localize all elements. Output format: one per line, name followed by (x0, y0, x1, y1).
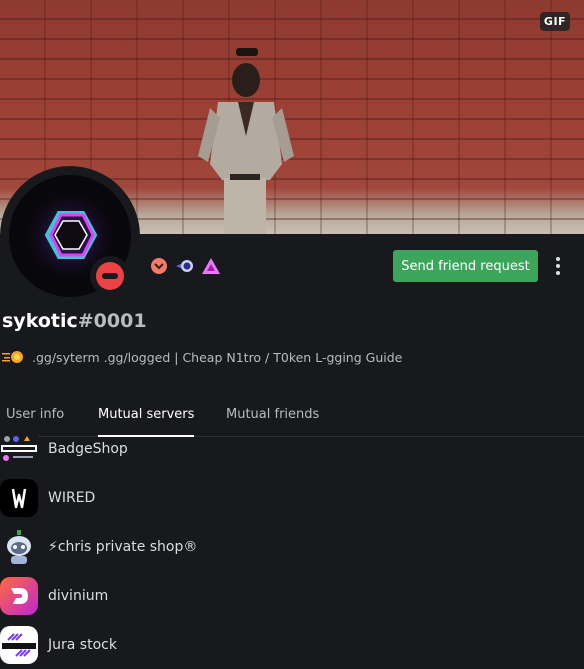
more-options-icon[interactable] (548, 252, 568, 280)
server-item-badgeshop[interactable]: BadgeShop (0, 424, 584, 473)
username-text: sykotic (2, 310, 78, 332)
chris-shop-icon (0, 528, 38, 566)
server-name: WIRED (48, 489, 96, 506)
custom-status-text: .gg/syterm .gg/logged | Cheap N1tro / T0… (32, 349, 403, 365)
hypesquad-badge-icon[interactable] (175, 256, 195, 276)
server-name: ⚡chris private shop® (48, 539, 197, 555)
custom-status: .gg/syterm .gg/logged | Cheap N1tro / T0… (2, 347, 402, 367)
banner-person-figure (198, 48, 294, 234)
lightning-icon: ⚡ (48, 538, 58, 555)
early-supporter-badge-icon[interactable] (201, 256, 221, 276)
server-name: divinium (48, 587, 109, 604)
wired-icon (0, 479, 38, 517)
divinium-icon (0, 577, 38, 615)
gif-badge: GIF (540, 12, 570, 31)
custom-status-emoji-icon (2, 351, 23, 363)
server-name: BadgeShop (48, 440, 128, 457)
server-item-chris-private-shop[interactable]: ⚡chris private shop® (0, 522, 584, 571)
server-item-divinium[interactable]: divinium (0, 571, 584, 620)
server-name: Jura stock (48, 636, 117, 653)
discriminator: #0001 (77, 310, 147, 332)
boost-badge-icon[interactable] (149, 256, 169, 276)
send-friend-request-button[interactable]: Send friend request (393, 250, 538, 282)
server-item-jura-stock[interactable]: Jura stock (0, 620, 584, 669)
profile-badges (149, 256, 221, 276)
status-indicator-dnd (90, 256, 130, 296)
username: sykotic#0001 (2, 310, 147, 332)
avatar[interactable] (0, 166, 140, 306)
server-item-wired[interactable]: WIRED (0, 473, 584, 522)
server-name-text: chris private shop® (57, 538, 198, 555)
badgeshop-icon (0, 430, 38, 468)
jura-stock-icon (0, 626, 38, 664)
